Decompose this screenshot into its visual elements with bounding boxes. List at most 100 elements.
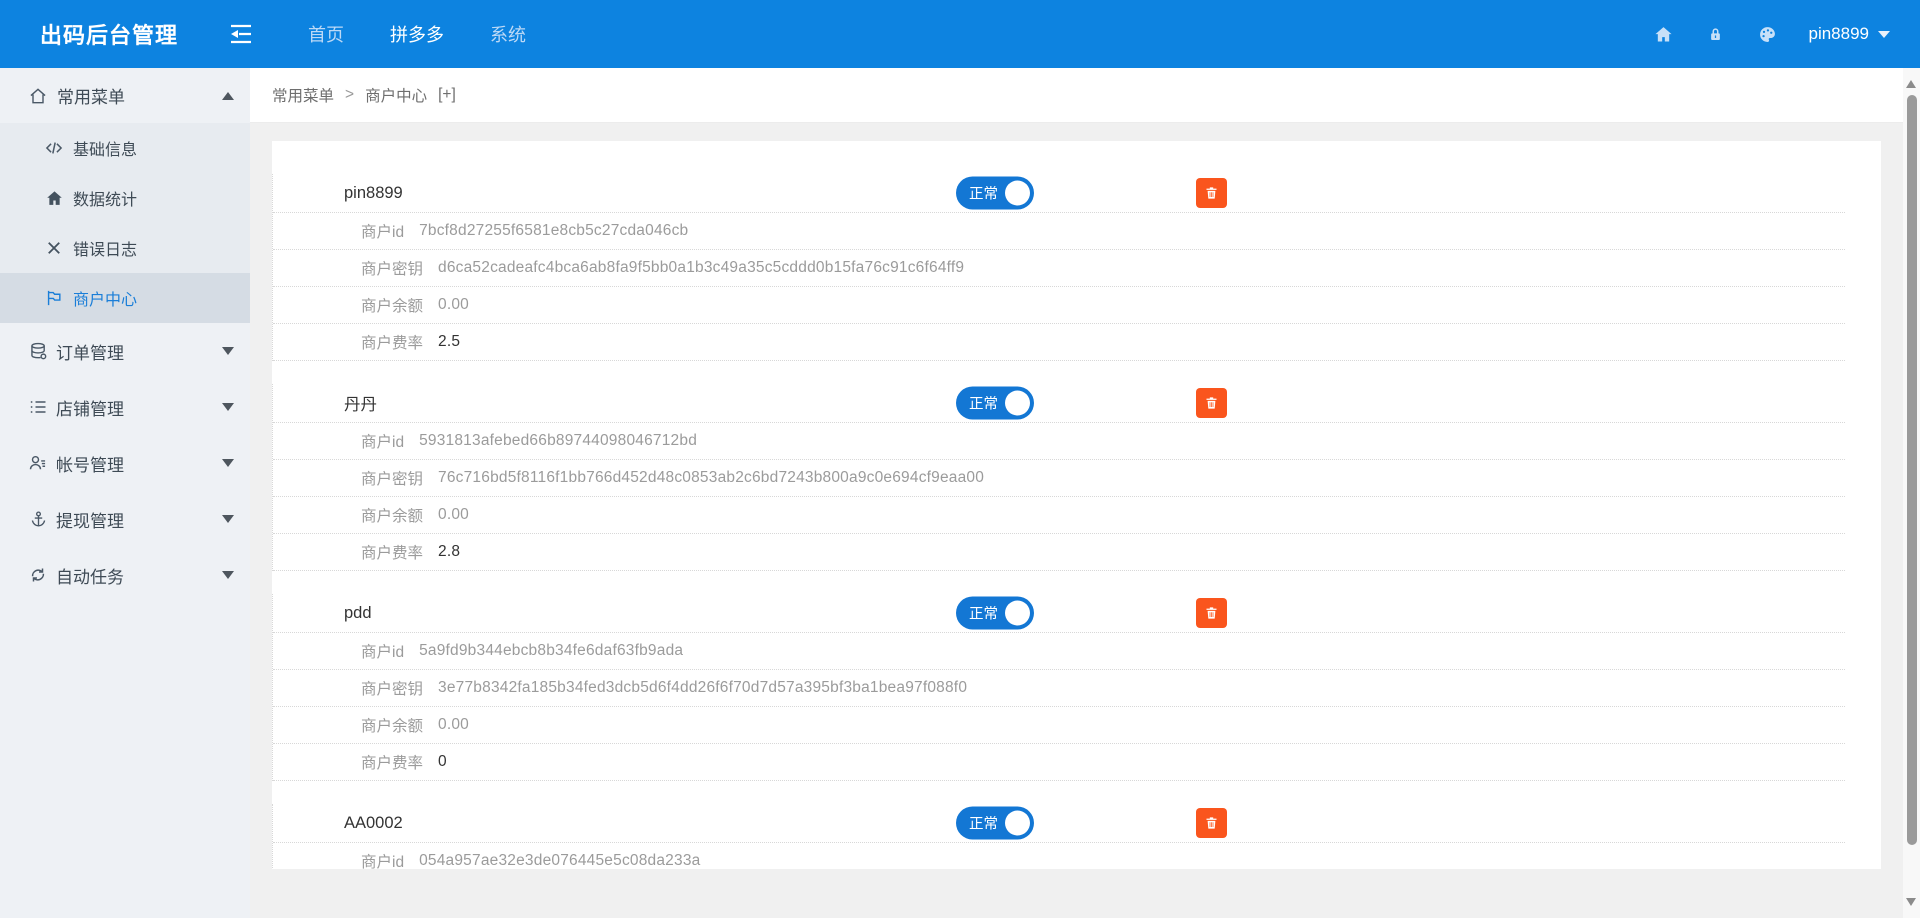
field-label: 商户密钥 [361, 677, 423, 699]
database-icon [27, 340, 49, 362]
field-label: 商户余额 [361, 714, 423, 736]
status-toggle[interactable]: 正常 [956, 807, 1034, 840]
merchant-card: 丹丹 正常 商户id 5931813afebed66b8974409804671… [272, 384, 1845, 571]
sidebar-item-merchant-center[interactable]: 商户中心 [0, 273, 250, 323]
field-value: 2.8 [438, 543, 460, 561]
chevron-down-icon [222, 347, 234, 355]
theme-palette-icon[interactable] [1756, 23, 1778, 45]
sidebar-group-label: 常用菜单 [57, 83, 125, 108]
status-toggle-label: 正常 [969, 813, 998, 834]
trash-icon [1204, 395, 1219, 411]
nav-item-home[interactable]: 首页 [308, 21, 344, 47]
merchant-field-row: 商户id 054a957ae32e3de076445e5c08da233a [273, 843, 1845, 869]
field-value: d6ca52cadeafc4bca6ab8fa9f5bb0a1b3c49a35c… [438, 259, 964, 277]
field-label: 商户密钥 [361, 257, 423, 279]
lock-icon[interactable] [1704, 23, 1726, 45]
field-value: 0 [438, 753, 447, 771]
breadcrumb-current[interactable]: 商户中心 [365, 84, 427, 106]
user-name: pin8899 [1808, 24, 1869, 44]
status-toggle-knob [1005, 601, 1030, 626]
sidebar-item-auto-task[interactable]: 自动任务 [0, 547, 250, 603]
scroll-down-arrow-icon[interactable] [1906, 898, 1916, 906]
sidebar: 常用菜单 基础信息 数据统计 错误日志 [0, 68, 250, 918]
sidebar-submenu: 基础信息 数据统计 错误日志 商户中心 [0, 123, 250, 323]
merchant-field-row: 商户密钥 3e77b8342fa185b34fed3dcb5d6f4dd26f6… [273, 670, 1845, 707]
home-icon[interactable] [1652, 23, 1674, 45]
list-icon [27, 396, 49, 418]
status-toggle-knob [1005, 391, 1030, 416]
scroll-up-arrow-icon[interactable] [1906, 80, 1916, 88]
status-toggle-label: 正常 [969, 393, 998, 414]
chevron-down-icon [222, 403, 234, 411]
sidebar-item-error-log[interactable]: 错误日志 [0, 223, 250, 273]
chevron-down-icon [222, 515, 234, 523]
chevron-down-icon [222, 571, 234, 579]
sidebar-group-common-menu[interactable]: 常用菜单 [0, 68, 250, 123]
sidebar-item-withdraw-mgmt[interactable]: 提现管理 [0, 491, 250, 547]
sidebar-item-account-mgmt[interactable]: 帐号管理 [0, 435, 250, 491]
field-value: 76c716bd5f8116f1bb766d452d48c0853ab2c6bd… [438, 469, 984, 487]
status-toggle[interactable]: 正常 [956, 387, 1034, 420]
merchant-name: pdd [344, 604, 372, 623]
app-brand: 出码后台管理 [0, 18, 228, 50]
main-menu: 首页 拼多多 系统 [308, 21, 526, 47]
merchant-field-row: 商户余额 0.00 [273, 497, 1845, 534]
delete-merchant-button[interactable] [1196, 808, 1227, 838]
merchant-card: AA0002 正常 商户id 054a957ae32e3de076445e5c0… [272, 804, 1845, 869]
sidebar-item-shop-mgmt[interactable]: 店铺管理 [0, 379, 250, 435]
merchant-card-header: pin8899 正常 [273, 174, 1845, 213]
field-value: 3e77b8342fa185b34fed3dcb5d6f4dd26f6f70d7… [438, 679, 967, 697]
trash-icon [1204, 815, 1219, 831]
merchant-field-row: 商户id 5a9fd9b344ebcb8b34fe6daf63fb9ada [273, 633, 1845, 670]
main-content: 常用菜单 > 商户中心 [+] pin8899 正常 [250, 68, 1903, 918]
merchant-list-panel: pin8899 正常 商户id 7bcf8d27255f6581e8cb5c27… [272, 141, 1881, 869]
merchant-field-row: 商户费率 2.5 [273, 324, 1845, 361]
merchant-fields: 商户id 7bcf8d27255f6581e8cb5c27cda046cb 商户… [273, 213, 1845, 361]
top-navbar: 出码后台管理 首页 拼多多 系统 [0, 0, 1920, 68]
sidebar-item-order-mgmt[interactable]: 订单管理 [0, 323, 250, 379]
field-label: 商户id [361, 220, 404, 242]
user-menu[interactable]: pin8899 [1808, 24, 1890, 44]
delete-merchant-button[interactable] [1196, 388, 1227, 418]
merchant-cards: pin8899 正常 商户id 7bcf8d27255f6581e8cb5c27… [272, 174, 1881, 869]
breadcrumb-root[interactable]: 常用菜单 [272, 84, 334, 106]
merchant-fields: 商户id 5a9fd9b344ebcb8b34fe6daf63fb9ada 商户… [273, 633, 1845, 781]
scrollbar-thumb[interactable] [1907, 95, 1917, 845]
breadcrumb-separator: > [345, 86, 354, 104]
nav-item-pinduoduo[interactable]: 拼多多 [390, 21, 444, 47]
merchant-card-header: pdd 正常 [273, 594, 1845, 633]
field-label: 商户id [361, 430, 404, 452]
status-toggle-knob [1005, 811, 1030, 836]
sidebar-collapse-icon[interactable] [228, 22, 254, 46]
field-value: 7bcf8d27255f6581e8cb5c27cda046cb [419, 222, 688, 240]
merchant-field-row: 商户密钥 d6ca52cadeafc4bca6ab8fa9f5bb0a1b3c4… [273, 250, 1845, 287]
sidebar-item-data-stats[interactable]: 数据统计 [0, 173, 250, 223]
field-value: 2.5 [438, 333, 460, 351]
delete-merchant-button[interactable] [1196, 598, 1227, 628]
x-icon [43, 237, 65, 259]
add-tab-button[interactable]: [+] [438, 86, 456, 104]
merchant-card-header: AA0002 正常 [273, 804, 1845, 843]
merchant-card: pdd 正常 商户id 5a9fd9b344ebcb8b34fe6daf63fb… [272, 594, 1845, 781]
status-toggle-label: 正常 [969, 183, 998, 204]
field-label: 商户密钥 [361, 467, 423, 489]
field-value: 0.00 [438, 296, 469, 314]
chevron-down-icon [1878, 31, 1890, 38]
chevron-down-icon [222, 459, 234, 467]
field-label: 商户id [361, 640, 404, 662]
breadcrumb: 常用菜单 > 商户中心 [+] [250, 68, 1903, 123]
field-label: 商户费率 [361, 541, 423, 563]
code-icon [43, 137, 65, 159]
status-toggle-label: 正常 [969, 603, 998, 624]
sidebar-item-basic-info[interactable]: 基础信息 [0, 123, 250, 173]
status-toggle[interactable]: 正常 [956, 597, 1034, 630]
anchor-icon [27, 508, 49, 530]
nav-item-system[interactable]: 系统 [490, 21, 526, 47]
merchant-name: pin8899 [344, 184, 403, 203]
field-label: 商户费率 [361, 751, 423, 773]
status-toggle[interactable]: 正常 [956, 177, 1034, 210]
merchant-field-row: 商户余额 0.00 [273, 707, 1845, 744]
vertical-scrollbar [1903, 68, 1920, 918]
delete-merchant-button[interactable] [1196, 178, 1227, 208]
field-value: 5a9fd9b344ebcb8b34fe6daf63fb9ada [419, 642, 683, 660]
